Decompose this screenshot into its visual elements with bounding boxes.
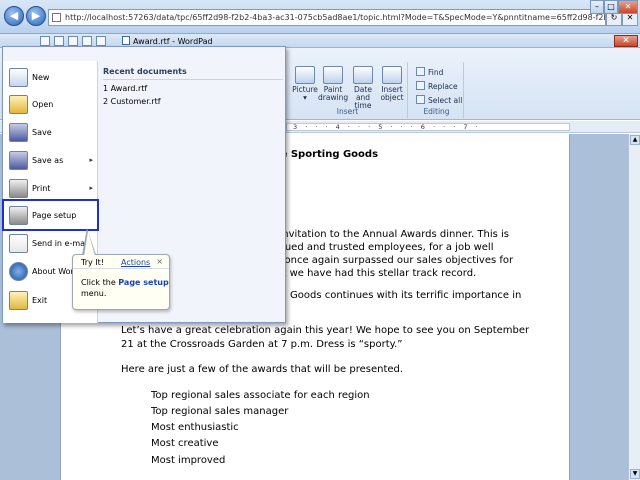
redo-qa-icon[interactable] bbox=[68, 36, 78, 46]
menu-item-label: Save bbox=[32, 128, 52, 137]
doc-line: n invitation to the Annual Awards dinner… bbox=[270, 229, 509, 240]
back-button[interactable]: ◀ bbox=[4, 6, 24, 26]
picture-button[interactable]: Picture ▾ bbox=[292, 66, 318, 102]
recent-document[interactable]: 1 Award.rtf bbox=[103, 84, 147, 93]
try-it-tooltip: Try It! Actions × Click the Page setup m… bbox=[72, 254, 170, 310]
tooltip-body-prefix: Click the bbox=[81, 278, 119, 287]
menu-item-label: New bbox=[32, 73, 50, 82]
browser-toolbar: ◀ ▶ http://localhost:57263/data/tpc/65ff… bbox=[0, 0, 640, 34]
menu-item-open[interactable]: Open bbox=[3, 92, 98, 118]
menu-item-save[interactable]: Save bbox=[3, 120, 98, 146]
award-item: Most enthusiastic bbox=[151, 422, 239, 433]
doc-line: Goods continues with its terrific import… bbox=[290, 290, 522, 301]
recent-documents-title: Recent documents bbox=[103, 67, 187, 76]
date-time-button[interactable]: Date and time bbox=[348, 66, 378, 110]
editing-group-label: Editing bbox=[423, 107, 450, 116]
picture-label: Picture bbox=[292, 85, 318, 94]
doc-line: Let’s have a great celebration again thi… bbox=[121, 325, 530, 336]
page-icon bbox=[52, 13, 61, 22]
award-item: Most improved bbox=[151, 455, 226, 466]
tooltip-body: Click the Page setup menu. bbox=[81, 277, 169, 299]
save-qa-icon[interactable] bbox=[40, 36, 50, 46]
scroll-up-icon[interactable]: ▲ bbox=[630, 135, 640, 145]
save-as-icon bbox=[9, 151, 28, 170]
floppy-icon bbox=[9, 123, 28, 142]
paint-label-2: drawing bbox=[318, 93, 349, 102]
find-label: Find bbox=[428, 68, 444, 77]
picture-icon bbox=[295, 66, 315, 84]
doc-line: valued and trusted employees, for a job … bbox=[270, 242, 494, 253]
page-setup-highlight bbox=[2, 199, 99, 231]
printer-icon bbox=[9, 179, 28, 198]
address-bar[interactable]: http://localhost:57263/data/tpc/65ff2d98… bbox=[48, 9, 606, 26]
paint-icon bbox=[323, 66, 343, 84]
menu-item-label: Print bbox=[32, 184, 51, 193]
datetime-label-1: Date and bbox=[354, 85, 372, 102]
insert-group: Picture ▾ Paint drawing Date and time In… bbox=[288, 62, 408, 118]
binoculars-icon bbox=[416, 67, 425, 76]
document-heading: ide Sporting Goods bbox=[270, 149, 379, 160]
select-all-button[interactable]: Select all bbox=[416, 95, 462, 105]
tooltip-body-suffix: menu. bbox=[81, 289, 107, 298]
address-text: http://localhost:57263/data/tpc/65ff2d98… bbox=[65, 13, 605, 22]
wordpad-close-icon[interactable]: ✕ bbox=[614, 35, 638, 47]
exit-icon bbox=[9, 291, 28, 310]
menu-item-label: Open bbox=[32, 100, 54, 109]
window-title-text: Award.rtf - WordPad bbox=[133, 37, 213, 46]
tooltip-body-target: Page setup bbox=[118, 278, 169, 287]
menu-item-label: Send in e-mail bbox=[32, 239, 90, 248]
doc-line: Here are just a few of the awards that w… bbox=[121, 364, 404, 375]
minimize-icon[interactable]: – bbox=[590, 0, 604, 14]
replace-icon bbox=[416, 81, 425, 90]
vertical-scrollbar[interactable]: ▲ ▼ bbox=[628, 134, 640, 480]
email-icon bbox=[9, 234, 28, 253]
menu-item-save-as[interactable]: Save as ▸ bbox=[3, 148, 98, 174]
doc-line: 21 at the Crossroads Garden at 7 p.m. Dr… bbox=[121, 339, 403, 350]
browser-close-icon[interactable]: ✕ bbox=[618, 0, 638, 14]
paint-drawing-button[interactable]: Paint drawing bbox=[318, 66, 348, 102]
editing-group: Find Replace Select all Editing bbox=[410, 62, 464, 118]
insert-group-label: Insert bbox=[336, 107, 359, 116]
award-item: Most creative bbox=[151, 438, 219, 449]
document-icon bbox=[122, 36, 130, 45]
tooltip-title: Try It! bbox=[81, 258, 104, 267]
menu-item-label: Save as bbox=[32, 156, 64, 165]
object-icon bbox=[382, 66, 402, 84]
info-icon bbox=[9, 262, 28, 281]
award-item: Top regional sales associate for each re… bbox=[151, 390, 370, 401]
doc-line: hat we have had this stellar track recor… bbox=[270, 268, 477, 279]
insert-object-button[interactable]: Insert object bbox=[378, 66, 406, 102]
quick-access-icon[interactable] bbox=[96, 36, 106, 46]
tooltip-header: Try It! Actions × bbox=[73, 255, 169, 269]
scroll-down-icon[interactable]: ▼ bbox=[630, 469, 640, 479]
doc-line: as once again surpassed our sales object… bbox=[270, 255, 514, 266]
folder-icon bbox=[9, 95, 28, 114]
recent-divider bbox=[103, 79, 283, 80]
select-all-label: Select all bbox=[428, 96, 463, 105]
menu-item-new[interactable]: New bbox=[3, 65, 98, 91]
select-all-icon bbox=[416, 95, 425, 104]
maximize-icon[interactable]: □ bbox=[604, 0, 618, 14]
recent-document[interactable]: 2 Customer.rtf bbox=[103, 97, 161, 106]
tooltip-close-icon[interactable]: × bbox=[156, 257, 163, 266]
find-button[interactable]: Find bbox=[416, 67, 443, 77]
award-item: Top regional sales manager bbox=[151, 406, 289, 417]
tooltip-pointer-fill bbox=[84, 231, 95, 256]
new-document-icon bbox=[9, 68, 28, 87]
menu-item-label: Exit bbox=[32, 296, 48, 305]
window-title: Award.rtf - WordPad bbox=[122, 36, 213, 46]
undo-qa-icon[interactable] bbox=[54, 36, 64, 46]
replace-label: Replace bbox=[428, 82, 458, 91]
print-qa-icon[interactable] bbox=[82, 36, 92, 46]
calendar-icon bbox=[353, 66, 373, 84]
submenu-arrow-icon: ▸ bbox=[89, 184, 93, 192]
tooltip-actions-link[interactable]: Actions bbox=[121, 258, 150, 267]
ruler-scale[interactable]: 3 · · · 4 · · · 5 · · · 6 · · · 7 · bbox=[286, 123, 570, 131]
submenu-arrow-icon: ▸ bbox=[89, 156, 93, 164]
forward-button[interactable]: ▶ bbox=[26, 6, 46, 26]
replace-button[interactable]: Replace bbox=[416, 81, 458, 91]
insertobj-label-2: object bbox=[380, 93, 404, 102]
